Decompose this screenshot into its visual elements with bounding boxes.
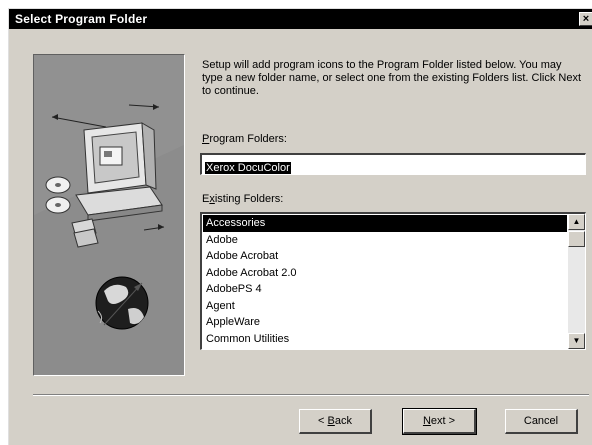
list-item[interactable]: Adobe Acrobat (203, 248, 567, 265)
cancel-button[interactable]: Cancel (505, 409, 578, 434)
close-button[interactable]: × (579, 12, 592, 26)
dialog-title: Select Program Folder (15, 12, 148, 26)
folder-list-items: Accessories Adobe Adobe Acrobat Adobe Acrob… (203, 215, 567, 347)
setup-dialog: Select Program Folder × Setup will add p… (8, 8, 592, 445)
scroll-down-button[interactable]: ▼ (568, 333, 585, 349)
next-button[interactable]: Next > (402, 408, 477, 435)
program-folders-label: Program Folders: (202, 133, 287, 145)
list-scrollbar[interactable]: ▲ ▼ (568, 214, 585, 349)
list-item[interactable]: Accessories (203, 215, 567, 232)
program-folder-value: Xerox DocuColor (205, 162, 291, 174)
list-item[interactable]: Agent (203, 298, 567, 315)
arrow-up-icon: ▲ (572, 217, 581, 226)
existing-folders-label: Existing Folders: (202, 193, 284, 205)
computer-cd-globe-icon (34, 55, 184, 330)
list-item[interactable]: AppleWare (203, 314, 567, 331)
title-bar: Select Program Folder × (9, 9, 592, 29)
setup-illustration (33, 54, 185, 376)
existing-folders-list[interactable]: Accessories Adobe Adobe Acrobat Adobe Acrob… (200, 212, 586, 350)
scroll-thumb[interactable] (568, 231, 585, 247)
program-folder-input[interactable]: Xerox DocuColor (200, 153, 586, 175)
scroll-up-button[interactable]: ▲ (568, 214, 585, 230)
back-button[interactable]: < Back (299, 409, 372, 434)
button-separator (33, 394, 589, 396)
list-item[interactable]: Common Utilities (203, 331, 567, 348)
close-icon: × (582, 13, 590, 25)
list-item[interactable]: AdobePS 4 (203, 281, 567, 298)
list-item[interactable]: Adobe (203, 232, 567, 249)
list-item[interactable]: Adobe Acrobat 2.0 (203, 265, 567, 282)
arrow-down-icon: ▼ (572, 336, 581, 345)
instruction-text: Setup will add program icons to the Prog… (202, 59, 582, 97)
